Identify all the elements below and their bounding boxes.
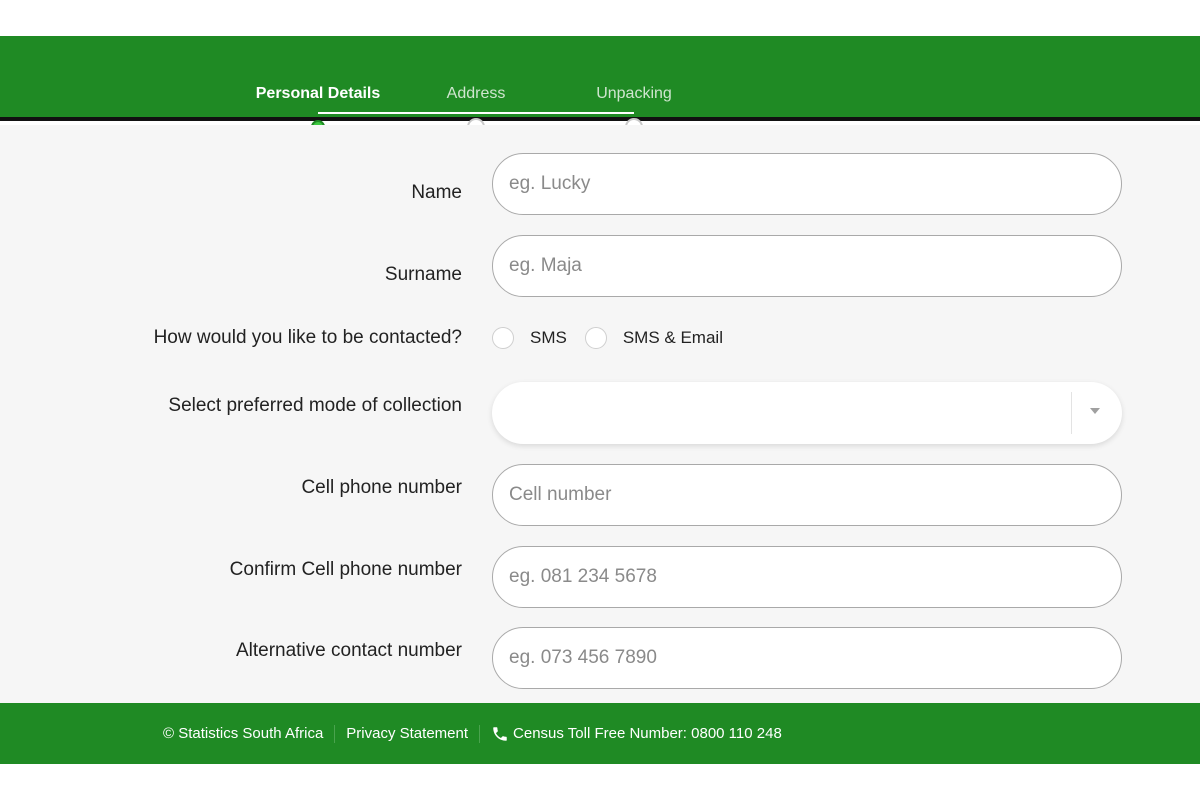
cell-placeholder: Cell number: [509, 484, 612, 505]
sms-email-radio[interactable]: [584, 327, 607, 349]
cell-input[interactable]: Cell number: [492, 464, 1122, 526]
step-unpacking[interactable]: Unpacking: [564, 84, 704, 136]
footer-divider: [334, 724, 336, 743]
name-input[interactable]: eg. Lucky: [492, 153, 1122, 215]
toll-free-number[interactable]: Census Toll Free Number: 0800 110 248: [513, 725, 782, 742]
phone-icon: [493, 726, 507, 741]
copyright-text: © Statistics South Africa: [163, 725, 324, 742]
footer-bar: © Statistics South Africa Privacy Statem…: [0, 703, 1200, 764]
progress-steps: Personal Details Address Unpacking: [0, 36, 1200, 136]
cell-label: Cell phone number: [301, 477, 462, 498]
alt-contact-placeholder: eg. 073 456 7890: [509, 647, 657, 668]
progress-line: [318, 112, 634, 114]
step-personal-details[interactable]: Personal Details: [248, 84, 388, 134]
chevron-down-icon[interactable]: [1090, 408, 1100, 414]
footer-links: © Statistics South Africa Privacy Statem…: [163, 703, 782, 764]
step-address[interactable]: Address: [406, 84, 546, 136]
confirm-cell-label: Confirm Cell phone number: [229, 559, 462, 580]
alt-contact-input[interactable]: eg. 073 456 7890: [492, 627, 1122, 689]
privacy-statement-link[interactable]: Privacy Statement: [346, 725, 468, 742]
surname-label: Surname: [384, 264, 462, 285]
surname-placeholder: eg. Maja: [509, 255, 582, 276]
collection-mode-label: Select preferred mode of collection: [168, 395, 462, 416]
surname-input[interactable]: eg. Maja: [492, 235, 1122, 297]
step-label: Address: [446, 85, 506, 102]
sms-email-radio-label[interactable]: SMS & Email: [623, 328, 723, 348]
footer-divider: [479, 724, 481, 743]
collection-mode-select[interactable]: [492, 382, 1122, 444]
select-divider: [1071, 392, 1072, 434]
name-placeholder: eg. Lucky: [509, 173, 591, 194]
step-label: Unpacking: [596, 85, 672, 102]
contact-method-label: How would you like to be contacted?: [153, 327, 462, 348]
header-bar: Personal Details Address Unpacking: [0, 36, 1200, 136]
sms-radio-label[interactable]: SMS: [530, 328, 567, 348]
confirm-cell-input[interactable]: eg. 081 234 5678: [492, 546, 1122, 608]
confirm-cell-placeholder: eg. 081 234 5678: [509, 566, 657, 587]
alt-contact-label: Alternative contact number: [235, 640, 462, 661]
sms-radio[interactable]: [492, 327, 514, 349]
contact-method-options: SMS SMS & Email: [492, 324, 741, 352]
form-area: Name eg. Lucky Surname eg. Maja How woul…: [0, 125, 1200, 703]
step-label: Personal Details: [255, 85, 381, 102]
name-label: Name: [411, 182, 462, 203]
